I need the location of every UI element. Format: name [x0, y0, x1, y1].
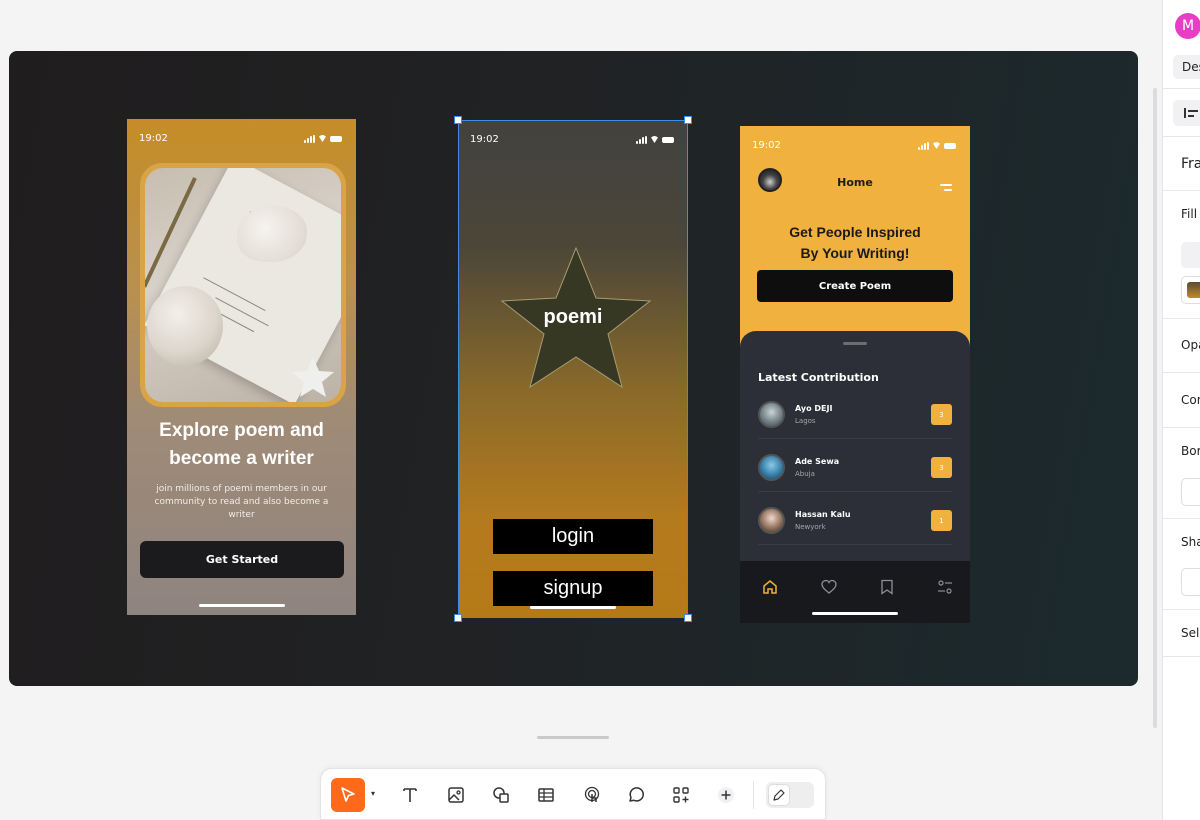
panel-drag-handle[interactable]	[537, 736, 609, 739]
bottom-toolbar: ▾	[320, 768, 826, 820]
signal-icon	[918, 141, 929, 150]
menu-icon[interactable]	[940, 184, 952, 194]
home-indicator	[530, 606, 616, 609]
status-time: 19:02	[752, 140, 781, 151]
battery-icon	[944, 142, 956, 149]
list-item[interactable]: Ayo DEJI Lagos 3	[758, 395, 952, 439]
resize-handle-top-right[interactable]	[684, 116, 692, 124]
home-headline: Get People Inspired By Your Writing!	[789, 224, 921, 261]
tab-bar	[740, 561, 970, 623]
splash-screen-frame[interactable]: 19:02 poemi login signup	[458, 120, 688, 617]
contributor-name: Ade Sewa	[795, 457, 840, 466]
hero-photo	[145, 168, 341, 402]
selection-section-label: Sel	[1181, 626, 1200, 640]
status-bar: 19:02	[139, 133, 342, 144]
comment-icon[interactable]	[619, 778, 653, 812]
shadow-input[interactable]	[1181, 568, 1200, 596]
home-screen-frame[interactable]: 19:02 Home Get People Inspired By Your W…	[740, 126, 970, 623]
count-badge: 3	[931, 404, 952, 425]
tab-heart-icon[interactable]	[819, 577, 839, 597]
dev-mode-toggle[interactable]	[766, 782, 814, 808]
components-icon[interactable]	[664, 778, 698, 812]
login-button[interactable]: login	[493, 519, 653, 554]
resize-handle-bottom-right[interactable]	[684, 614, 692, 622]
user-avatar[interactable]: M	[1175, 13, 1200, 39]
avatar	[758, 507, 785, 534]
add-icon[interactable]	[709, 778, 743, 812]
contributor-location: Abuja	[795, 470, 815, 478]
align-left-icon[interactable]	[1173, 100, 1200, 126]
tab-design[interactable]: Des	[1173, 55, 1200, 79]
list-item[interactable]: Ade Sewa Abuja 3	[758, 448, 952, 492]
table-icon[interactable]	[529, 778, 563, 812]
get-started-button[interactable]: Get Started	[140, 541, 344, 578]
shadow-section-label: Sha	[1181, 535, 1200, 549]
select-icon[interactable]	[331, 778, 365, 812]
pen-icon	[768, 784, 790, 806]
battery-icon	[662, 136, 674, 143]
logo-text: poemi	[543, 306, 603, 328]
onboarding-title: Explore poem and become a writer	[159, 420, 324, 469]
signal-icon	[304, 134, 315, 143]
contributor-location: Newyork	[795, 523, 826, 531]
fill-swatch[interactable]	[1181, 276, 1200, 304]
properties-panel: M Des Fra Fill Opa Cor Bor Sha Sel	[1162, 0, 1200, 820]
resize-handle-top-left[interactable]	[454, 116, 462, 124]
status-time: 19:02	[139, 133, 168, 144]
status-bar: 19:02	[470, 134, 674, 145]
shapes-icon[interactable]	[484, 778, 518, 812]
create-poem-button[interactable]: Create Poem	[757, 270, 953, 302]
list-item[interactable]: Hassan Kalu Newyork 1	[758, 501, 952, 545]
contributor-name: Ayo DEJI	[795, 404, 833, 413]
onboarding-subtitle: join millions of poemi members in our co…	[154, 484, 329, 520]
opacity-section-label: Opa	[1181, 338, 1200, 352]
avatar	[758, 454, 785, 481]
wifi-icon	[650, 136, 659, 143]
wifi-icon	[932, 142, 941, 149]
battery-icon	[330, 135, 342, 142]
status-time: 19:02	[470, 134, 499, 145]
contributions-sheet: Latest Contribution Ayo DEJI Lagos 3 Ade…	[740, 331, 970, 561]
resize-handle-bottom-left[interactable]	[454, 614, 462, 622]
section-title: Latest Contribution	[758, 371, 879, 384]
border-section-label: Bor	[1181, 444, 1200, 458]
interaction-icon[interactable]	[575, 778, 609, 812]
sheet-grab-handle[interactable]	[843, 342, 867, 345]
wifi-icon	[318, 135, 327, 142]
flower-illustration	[147, 286, 223, 366]
chevron-down-icon[interactable]: ▾	[371, 789, 375, 798]
fill-type-select[interactable]	[1181, 242, 1200, 268]
fill-section-label: Fill	[1181, 207, 1198, 221]
clay-shape	[237, 206, 307, 262]
canvas-scrollbar[interactable]	[1153, 88, 1157, 728]
count-badge: 3	[931, 457, 952, 478]
text-icon[interactable]	[393, 778, 427, 812]
signal-icon	[636, 135, 647, 144]
onboarding-screen-frame[interactable]: 19:02 Explore poem and become a writer j…	[127, 119, 356, 615]
status-bar: 19:02	[752, 140, 956, 151]
image-icon[interactable]	[439, 778, 473, 812]
signup-button[interactable]: signup	[493, 571, 653, 606]
border-input[interactable]	[1181, 478, 1200, 506]
frame-section-label: Fra	[1181, 156, 1200, 172]
avatar	[758, 401, 785, 428]
contributor-name: Hassan Kalu	[795, 510, 851, 519]
tab-settings-icon[interactable]	[935, 577, 955, 597]
home-indicator	[812, 612, 898, 615]
home-indicator	[198, 604, 285, 607]
count-badge: 1	[931, 510, 952, 531]
star-icon	[292, 357, 334, 397]
hero-photo-frame	[140, 163, 346, 407]
design-canvas[interactable]: 19:02 Explore poem and become a writer j…	[9, 51, 1138, 686]
contributor-location: Lagos	[795, 417, 816, 425]
tab-bookmark-icon[interactable]	[877, 577, 897, 597]
home-title: Home	[837, 176, 873, 189]
corner-section-label: Cor	[1181, 393, 1200, 407]
home-header-area: 19:02 Home Get People Inspired By Your W…	[740, 126, 970, 356]
tab-home-icon[interactable]	[760, 577, 780, 597]
